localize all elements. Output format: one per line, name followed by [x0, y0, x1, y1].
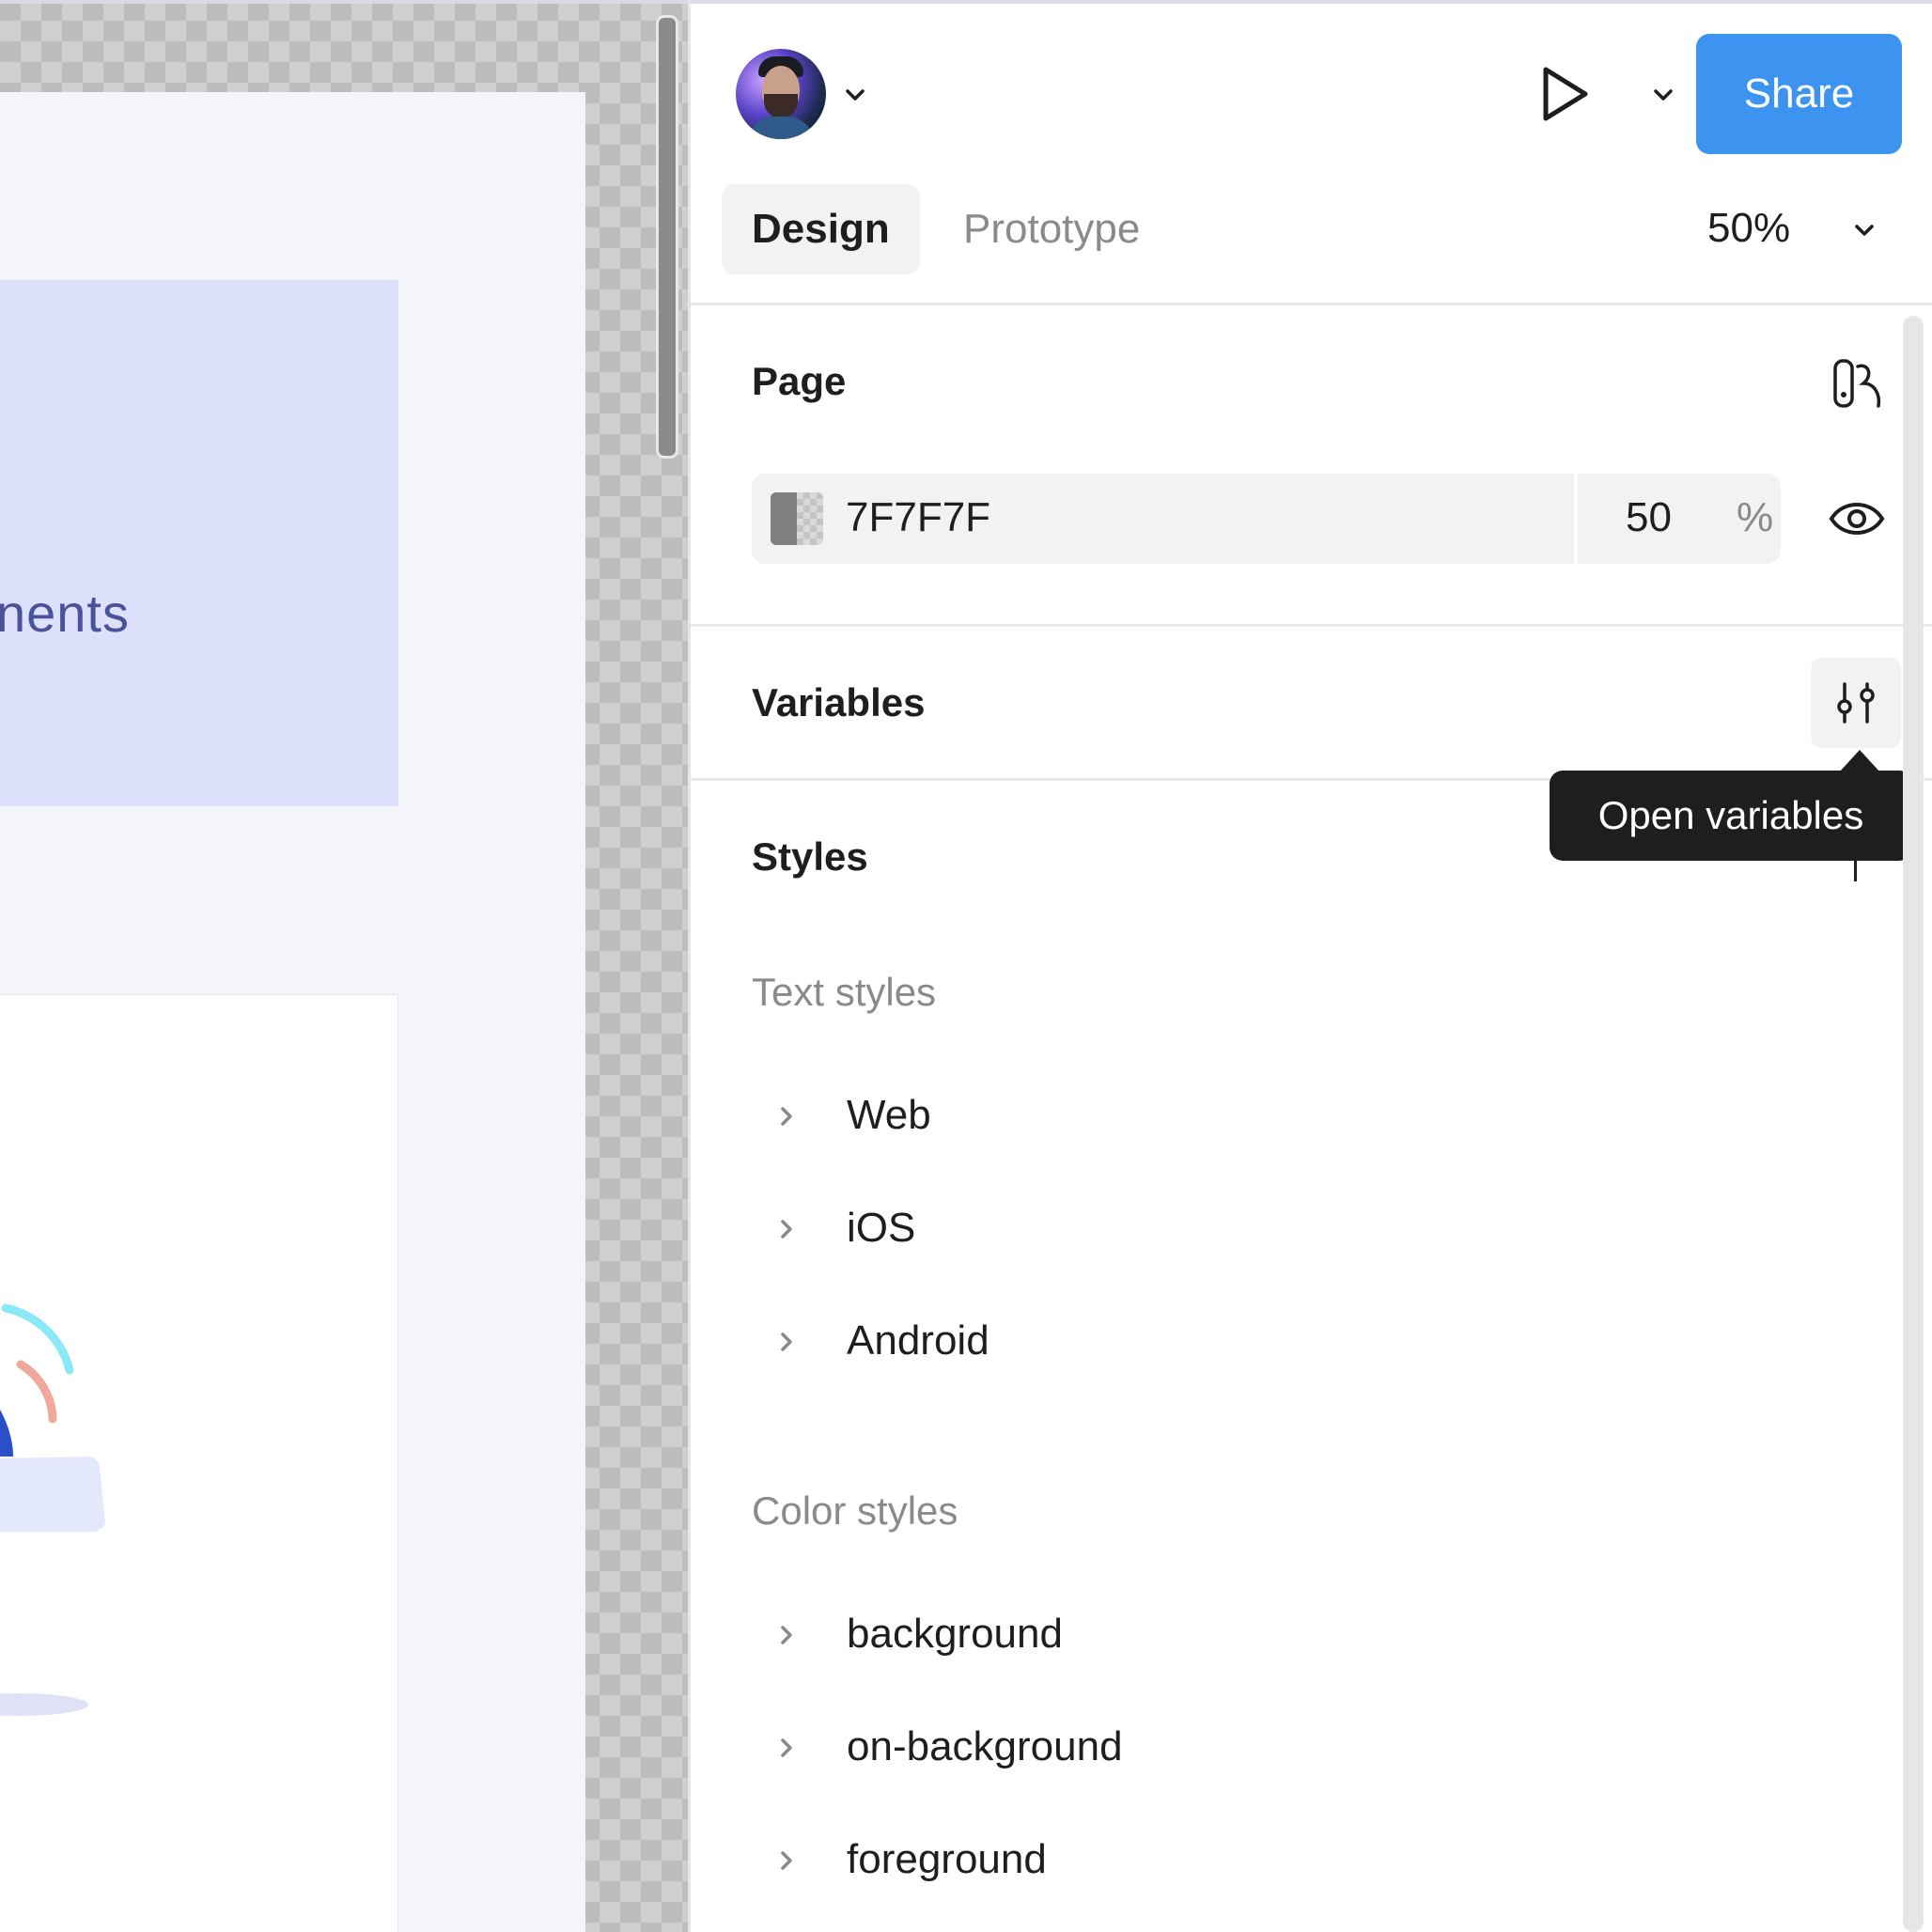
field-separator: [1574, 474, 1578, 564]
open-variables-button[interactable]: [1811, 658, 1901, 748]
illustration-arc-cyan: [1, 1303, 74, 1375]
page-color-opacity-unit: %: [1737, 494, 1774, 540]
eye-icon[interactable]: [1828, 494, 1886, 543]
open-variables-tooltip: Open variables: [1550, 771, 1912, 861]
panel-top-edge: [691, 0, 1932, 4]
present-options-chevron-down-icon[interactable]: [1651, 83, 1675, 107]
color-style-group[interactable]: on-background: [691, 1710, 1818, 1785]
share-button[interactable]: Share: [1696, 34, 1902, 154]
user-avatar[interactable]: [736, 49, 826, 139]
color-style-group[interactable]: foreground: [691, 1823, 1818, 1898]
color-style-label: background: [847, 1611, 1063, 1657]
canvas-vertical-scrollbar[interactable]: [656, 15, 678, 459]
illustration-platform: [0, 1457, 105, 1532]
chevron-right-icon: [781, 1332, 792, 1351]
properties-panel: Share Design Prototype 50% Page 7F7F7F 5…: [691, 0, 1932, 1932]
canvas-illustration: [0, 1303, 105, 1716]
color-style-label: foreground: [847, 1836, 1047, 1882]
divider: [691, 303, 1932, 305]
chevron-right-icon: [781, 1851, 792, 1870]
text-style-label: Android: [847, 1317, 989, 1363]
tab-prototype[interactable]: Prototype: [933, 184, 1170, 274]
zoom-chevron-down-icon[interactable]: [1852, 218, 1877, 242]
canvas-top-edge: [0, 0, 688, 4]
page-section-title: Page: [752, 359, 847, 403]
avatar-body: [747, 117, 815, 139]
text-style-group[interactable]: Web: [691, 1079, 1818, 1154]
text-styles-heading: Text styles: [752, 970, 937, 1014]
avatar-chevron-down-icon[interactable]: [843, 83, 867, 107]
page-color-field[interactable]: 7F7F7F 50 %: [752, 474, 1781, 564]
text-style-label: iOS: [847, 1205, 916, 1251]
page-color-swatch[interactable]: [771, 492, 823, 545]
add-style-icon[interactable]: [1854, 857, 1857, 881]
illustration-blue-shape: [0, 1410, 13, 1457]
tab-design[interactable]: Design: [722, 184, 920, 274]
chevron-right-icon: [781, 1107, 792, 1126]
page-color-opacity[interactable]: 50: [1626, 494, 1672, 541]
design-canvas[interactable]: nents: [0, 0, 688, 1932]
canvas-banner[interactable]: [0, 280, 398, 806]
text-style-group[interactable]: iOS: [691, 1192, 1818, 1267]
styles-section-title: Styles: [752, 834, 868, 879]
chevron-right-icon: [781, 1738, 792, 1757]
chevron-right-icon: [781, 1626, 792, 1644]
text-style-label: Web: [847, 1092, 931, 1138]
color-style-group[interactable]: background: [691, 1597, 1818, 1673]
divider: [691, 624, 1932, 627]
color-style-label: on-background: [847, 1723, 1123, 1769]
page-layout-icon[interactable]: [1831, 357, 1884, 410]
zoom-level[interactable]: 50%: [1707, 205, 1790, 252]
panel-vertical-scrollbar[interactable]: [1903, 316, 1924, 1932]
color-styles-heading: Color styles: [752, 1488, 958, 1533]
illustration-shadow: [0, 1693, 88, 1716]
page-color-hex[interactable]: 7F7F7F: [846, 494, 990, 541]
chevron-right-icon: [781, 1220, 792, 1239]
illustration-arc-salmon: [16, 1360, 57, 1424]
avatar-beard: [764, 94, 798, 118]
text-style-group[interactable]: Android: [691, 1304, 1818, 1379]
sliders-icon: [1837, 682, 1875, 724]
tooltip-arrow: [1839, 750, 1880, 772]
variables-section-title: Variables: [752, 680, 926, 724]
canvas-banner-text: nents: [0, 584, 130, 643]
play-icon[interactable]: [1536, 64, 1593, 124]
